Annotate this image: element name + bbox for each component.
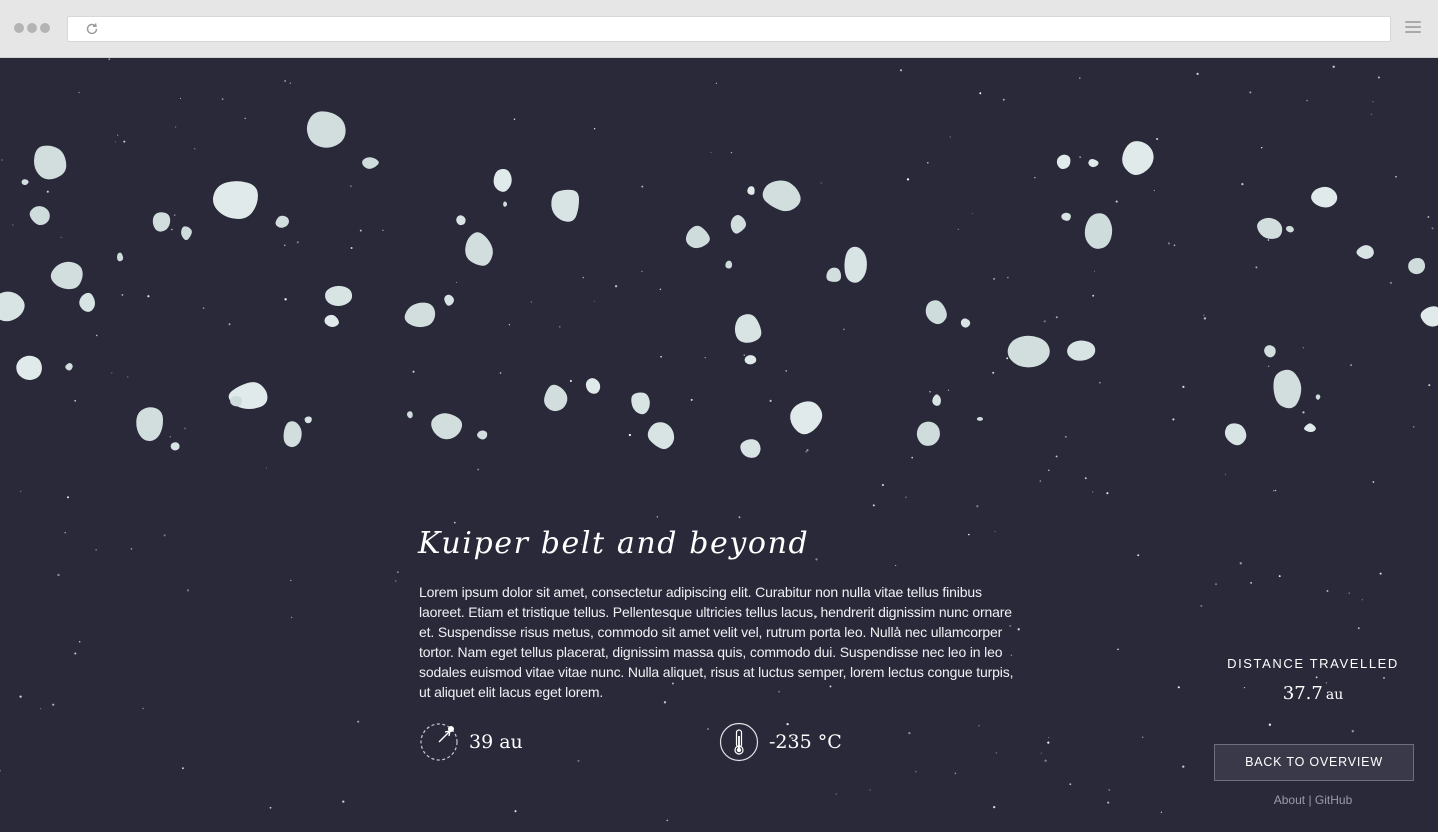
asteroid (1122, 141, 1154, 176)
asteroid (306, 111, 346, 148)
distance-value: 39 au (469, 731, 523, 753)
asteroid (465, 232, 493, 266)
footer-links: About | GitHub (1213, 793, 1413, 807)
window-dot[interactable] (27, 23, 37, 33)
asteroid (325, 285, 353, 307)
asteroid (826, 267, 842, 282)
window-controls[interactable] (14, 23, 50, 33)
asteroid (230, 395, 243, 407)
asteroid (456, 215, 466, 226)
asteroid (136, 407, 164, 442)
asteroid (16, 355, 42, 380)
asteroid (1304, 423, 1316, 433)
asteroid (406, 411, 413, 419)
asteroid (976, 417, 983, 421)
asteroid (304, 416, 312, 424)
asteroid (932, 394, 941, 406)
asteroid (33, 145, 67, 180)
asteroid (181, 226, 192, 241)
asteroid (960, 318, 971, 328)
browser-toolbar (0, 0, 1438, 58)
asteroid (1408, 257, 1426, 275)
section-description: Lorem ipsum dolor sit amet, consectetur … (419, 584, 1014, 700)
footer-separator: | (1308, 793, 1312, 807)
asteroid (29, 206, 50, 226)
asteroid (362, 157, 379, 169)
distance-travelled-label: DISTANCE TRAVELLED (1227, 656, 1399, 671)
asteroid (117, 252, 124, 262)
asteroid (283, 421, 302, 448)
distance-travelled-unit: au (1325, 687, 1344, 703)
address-bar[interactable] (67, 16, 1391, 42)
asteroid (65, 362, 73, 371)
asteroid (925, 300, 947, 325)
asteroid (544, 384, 568, 412)
asteroid (730, 215, 747, 234)
asteroid (503, 201, 508, 207)
asteroid (1067, 340, 1096, 361)
asteroid (725, 260, 733, 269)
asteroid (747, 186, 755, 195)
about-link[interactable]: About (1274, 793, 1305, 807)
asteroid (212, 181, 258, 219)
temperature-value: -235 °C (769, 731, 842, 753)
asteroid (631, 392, 650, 415)
asteroid (1273, 369, 1302, 409)
asteroid (1356, 245, 1374, 259)
asteroid (740, 439, 761, 458)
asteroid (916, 421, 940, 446)
distance-travelled-value: 37.7 au (1213, 683, 1413, 704)
asteroid (762, 180, 801, 212)
asteroid (1420, 306, 1438, 327)
asteroid (1224, 423, 1247, 446)
kuiper-belt-illustration (0, 111, 1438, 458)
orbit-distance-icon (420, 723, 458, 761)
asteroid (744, 355, 757, 365)
thermometer-icon (719, 722, 759, 762)
asteroid (1007, 335, 1050, 368)
asteroid (1084, 213, 1113, 249)
distance-stat: 39 au (419, 722, 523, 762)
asteroid (685, 225, 710, 249)
github-link[interactable]: GitHub (1315, 793, 1352, 807)
asteroid (1311, 186, 1338, 208)
section-title: Kuiper belt and beyond (418, 526, 810, 561)
asteroid (585, 378, 601, 394)
asteroid (79, 292, 96, 312)
asteroid (404, 302, 436, 328)
asteroid (1315, 394, 1321, 400)
asteroid (152, 212, 171, 232)
window-dot[interactable] (40, 23, 50, 33)
hamburger-menu-icon[interactable] (1405, 21, 1421, 37)
asteroid (790, 401, 823, 435)
asteroid (551, 189, 580, 222)
asteroid (1088, 158, 1099, 168)
reload-icon[interactable] (84, 21, 100, 37)
asteroid (1264, 345, 1276, 358)
asteroid (1257, 217, 1283, 239)
distance-travelled-number: 37.7 (1282, 683, 1323, 704)
asteroid (324, 314, 339, 328)
asteroid (431, 413, 463, 440)
asteroid (1285, 225, 1294, 233)
asteroid (1061, 212, 1071, 221)
asteroid (734, 314, 762, 343)
window-dot[interactable] (14, 23, 24, 33)
asteroid (0, 291, 25, 322)
back-to-overview-button[interactable]: BACK TO OVERVIEW (1214, 744, 1414, 781)
asteroid (21, 179, 29, 186)
asteroid (275, 215, 289, 228)
space-view: Kuiper belt and beyond Lorem ipsum dolor… (0, 58, 1438, 832)
asteroid (170, 442, 180, 451)
asteroid (647, 422, 675, 450)
asteroid (444, 294, 454, 306)
asteroid (844, 246, 867, 283)
asteroid (493, 168, 512, 192)
asteroid (1056, 154, 1071, 170)
asteroid (477, 430, 488, 440)
temperature-stat: -235 °C (719, 722, 842, 762)
asteroid (50, 261, 83, 290)
